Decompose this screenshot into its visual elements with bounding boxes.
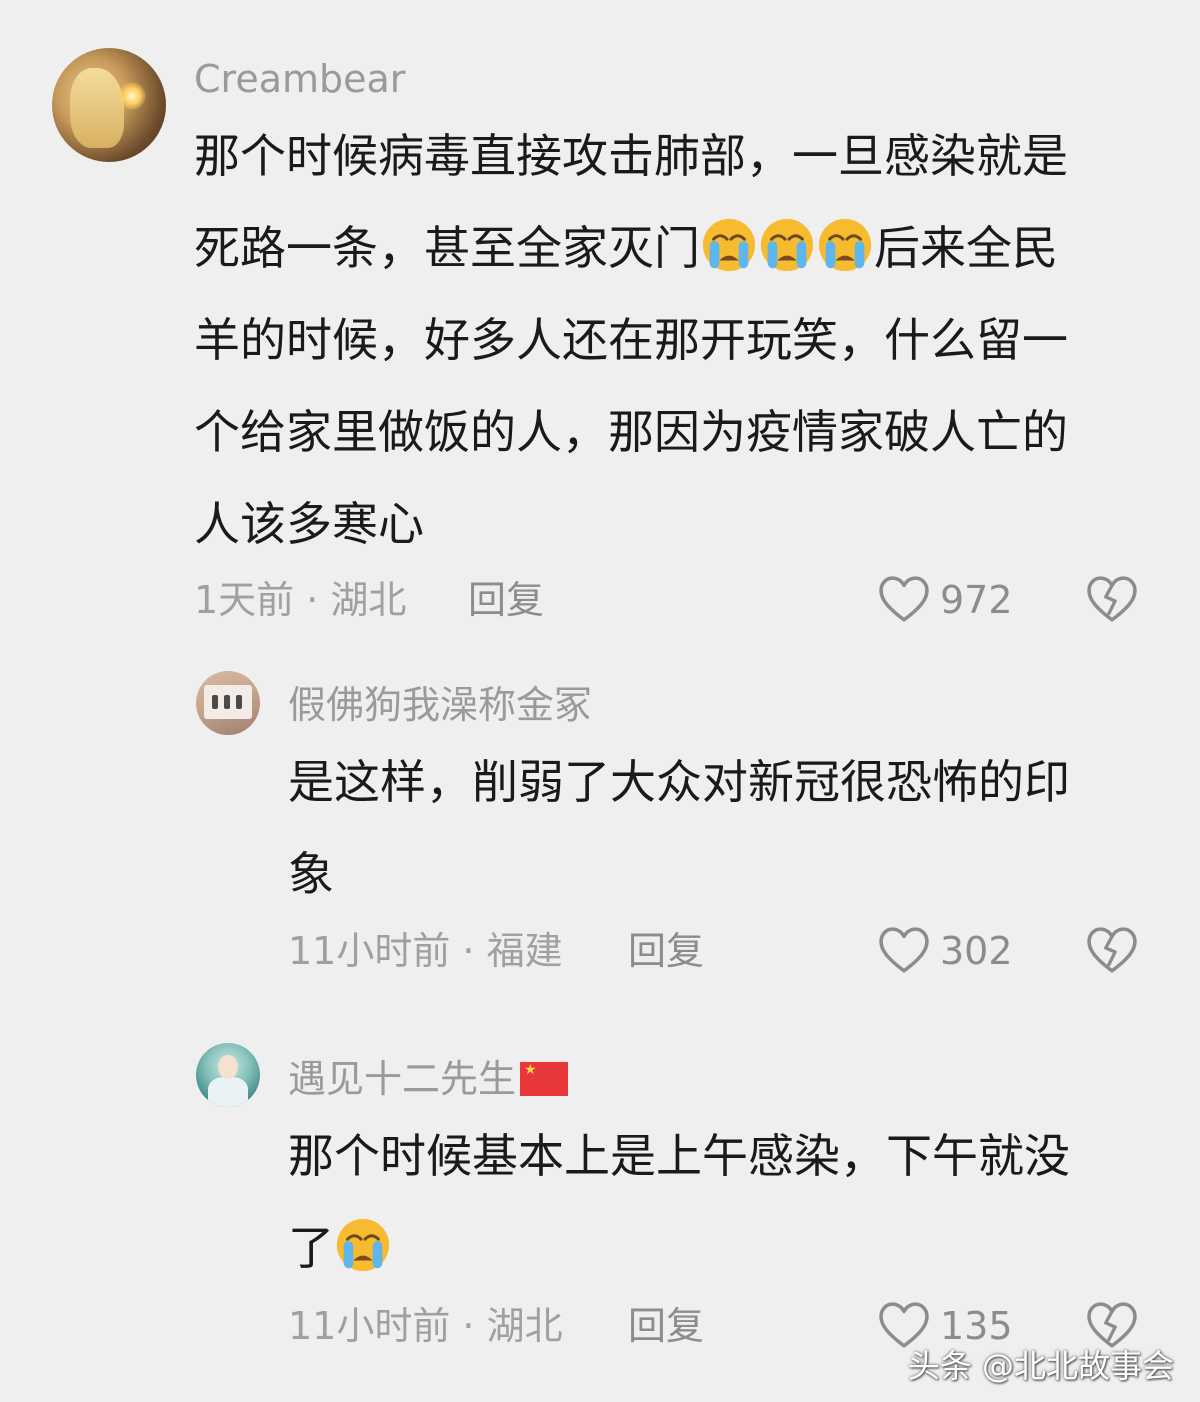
comment-text-line: 象 — [288, 847, 334, 901]
avatar[interactable] — [196, 671, 260, 735]
china-flag-icon — [520, 1062, 569, 1096]
comment-username[interactable]: Creambear — [194, 60, 405, 98]
like-count: 972 — [940, 578, 1013, 622]
like-count: 302 — [940, 929, 1013, 973]
comment-text-line: 是这样，削弱了大众对新冠很恐怖的印 — [288, 755, 1070, 809]
comment-text-line: 那个时候基本上是上午感染，下午就没 — [288, 1129, 1070, 1183]
dislike-button[interactable] — [1086, 576, 1138, 624]
dislike-button[interactable] — [1086, 1302, 1138, 1350]
comment-text-line: 个给家里做饭的人，那因为疫情家破人亡的 — [194, 405, 1068, 459]
crying-emoji-icon — [817, 217, 873, 273]
comment-text-line: 羊的时候，好多人还在那开玩笑，什么留一 — [194, 313, 1068, 367]
comment-meta: 1天前 · 湖北 — [194, 578, 407, 622]
comment-username[interactable]: 遇见十二先生 — [288, 1060, 569, 1098]
comment-meta: 11小时前 · 福建 — [288, 929, 563, 973]
reply-button[interactable]: 回复 — [468, 581, 544, 619]
watermark: 头条 @北北故事会 — [907, 1347, 1174, 1385]
comment-text-line: 死路一条，甚至全家灭门 后来全民 — [194, 202, 1184, 294]
comment-text-line: 了 — [288, 1202, 1178, 1294]
broken-heart-icon — [1087, 1302, 1137, 1348]
comment-text: 那个时候病毒直接攻击肺部，一旦感染就是 死路一条，甚至全家灭门 后来全民 羊的时候… — [194, 110, 1184, 570]
like-button[interactable] — [878, 1302, 930, 1350]
broken-heart-icon — [1087, 927, 1137, 973]
broken-heart-icon — [1087, 576, 1137, 622]
comment-text-line: 那个时候病毒直接攻击肺部，一旦感染就是 — [194, 129, 1068, 183]
heart-icon — [879, 576, 929, 622]
like-count: 135 — [940, 1304, 1013, 1348]
reply-button[interactable]: 回复 — [628, 932, 704, 970]
comment-text: 是这样，削弱了大众对新冠很恐怖的印 象 — [288, 736, 1178, 920]
avatar[interactable] — [52, 48, 166, 162]
crying-emoji-icon — [335, 1217, 391, 1273]
crying-emoji-icon — [759, 217, 815, 273]
heart-icon — [879, 927, 929, 973]
avatar[interactable] — [196, 1043, 260, 1107]
crying-emoji-icon — [701, 217, 757, 273]
comment-text: 那个时候基本上是上午感染，下午就没 了 — [288, 1110, 1178, 1294]
like-button[interactable] — [878, 927, 930, 975]
comment-text-line: 人该多寒心 — [194, 497, 424, 551]
like-button[interactable] — [878, 576, 930, 624]
heart-icon — [879, 1302, 929, 1348]
comment-meta: 11小时前 · 湖北 — [288, 1304, 563, 1348]
dislike-button[interactable] — [1086, 927, 1138, 975]
comment-username[interactable]: 假佛狗我澡称金冢 — [288, 686, 592, 724]
reply-button[interactable]: 回复 — [628, 1307, 704, 1345]
